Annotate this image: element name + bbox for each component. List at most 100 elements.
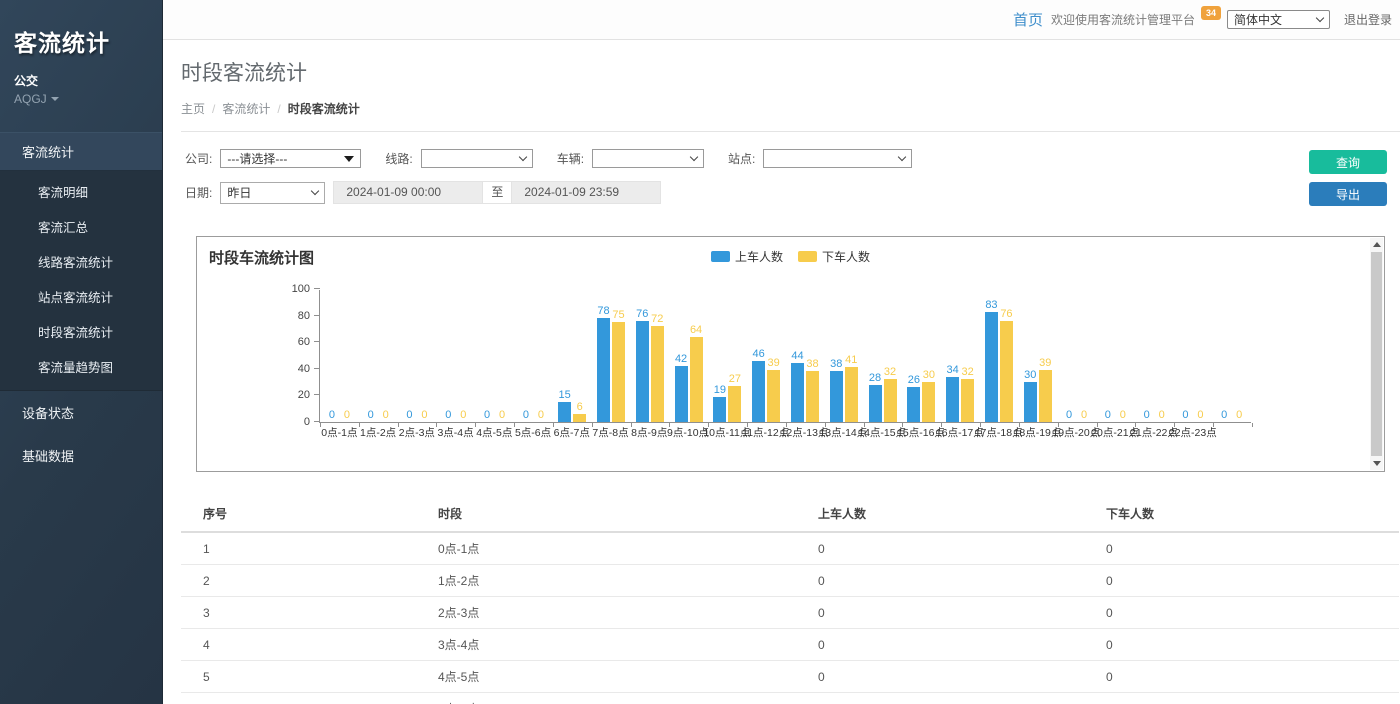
bar-column: 15 [558,389,571,422]
sidebar-item-客流量趋势图[interactable]: 客流量趋势图 [0,349,162,384]
table-row[interactable]: 32点-3点00 [181,597,1399,629]
x-axis-label: 3点-4点 [436,425,475,440]
bar-column: 76 [636,308,649,422]
bar[interactable] [985,312,998,422]
sidebar-section-passenger-stats[interactable]: 客流统计 [0,132,162,171]
breadcrumb-parent[interactable]: 客流统计 [222,100,270,117]
bar[interactable] [830,371,843,422]
export-button[interactable]: 导出 [1309,182,1387,206]
bar-value-label: 0 [1197,409,1203,421]
bar-column: 27 [728,373,741,422]
scrollbar-thumb[interactable] [1371,252,1382,456]
line-label: 线路: [385,150,412,167]
legend-item[interactable]: 上车人数 [711,248,783,265]
chevron-down-icon [311,187,319,195]
table-row[interactable]: 54点-5点00 [181,661,1399,693]
date-to-input[interactable]: 2024-01-09 23:59 [511,181,661,204]
station-select[interactable] [763,149,912,168]
logout-link[interactable]: 退出登录 [1344,11,1392,28]
bar[interactable] [806,371,819,422]
sidebar-item-客流汇总[interactable]: 客流汇总 [0,209,162,244]
bar-column: 32 [961,366,974,422]
language-value: 简体中文 [1234,11,1282,28]
bar[interactable] [1000,321,1013,422]
bar[interactable] [636,321,649,422]
welcome-text: 欢迎使用客流统计管理平台 [1051,11,1195,28]
scroll-down-icon[interactable] [1373,461,1381,466]
bar-column: 83 [985,299,998,422]
legend-item[interactable]: 下车人数 [798,248,870,265]
bar[interactable] [869,385,882,422]
bar-group: 00 [475,290,514,422]
bar[interactable] [713,397,726,422]
bar-value-label: 44 [791,350,803,362]
bar[interactable] [690,337,703,422]
bar-column: 34 [946,364,959,422]
sidebar-item-站点客流统计[interactable]: 站点客流统计 [0,279,162,314]
bar-column: 0 [442,409,455,422]
bar[interactable] [675,366,688,422]
x-axis-label-text: 0点-1点 [321,425,357,440]
scroll-up-icon[interactable] [1373,242,1381,247]
bar[interactable] [961,379,974,422]
bar[interactable] [884,379,897,422]
x-axis-label: 15点-16点 [902,425,941,440]
notification-badge[interactable]: 34 [1201,6,1221,20]
query-button[interactable]: 查询 [1309,150,1387,174]
breadcrumb-home[interactable]: 主页 [181,100,205,117]
chart-scrollbar[interactable] [1370,238,1383,470]
bar[interactable] [558,402,571,422]
y-axis-tick-mark [314,315,320,316]
table-row[interactable]: 21点-2点00 [181,565,1399,597]
date-from-input[interactable]: 2024-01-09 00:00 [333,181,483,204]
bar-column: 0 [1078,409,1091,422]
topbar: 首页 欢迎使用客流统计管理平台 34 简体中文 退出登录 [163,0,1400,40]
vehicle-select[interactable] [592,149,704,168]
bar[interactable] [752,361,765,422]
sidebar-section-base-data[interactable]: 基础数据 [0,434,162,477]
sidebar-item-线路客流统计[interactable]: 线路客流统计 [0,244,162,279]
bar[interactable] [573,414,586,422]
bar-group: 00 [398,290,437,422]
bar[interactable] [791,363,804,422]
x-axis-tick-mark [1019,423,1020,427]
table-row[interactable]: 65点-6点00 [181,693,1399,704]
bar[interactable] [728,386,741,422]
line-select[interactable] [421,149,533,168]
bar-value-label: 0 [344,409,350,421]
sidebar-item-客流明细[interactable]: 客流明细 [0,174,162,209]
sidebar-item-时段客流统计[interactable]: 时段客流统计 [0,314,162,349]
bar-value-label: 27 [729,373,741,385]
home-link[interactable]: 首页 [1013,9,1043,30]
company-select[interactable]: ---请选择--- [220,149,361,168]
bar-group: 156 [553,290,592,422]
account-dropdown[interactable]: AQGJ [14,92,148,106]
table-cell: 0 [796,565,1084,597]
bar-value-label: 39 [1039,357,1051,369]
x-axis-label-text: 7点-8点 [592,425,628,440]
bar[interactable] [907,387,920,422]
table-row[interactable]: 43点-4点00 [181,629,1399,661]
bar[interactable] [651,326,664,422]
bar-value-label: 0 [1066,409,1072,421]
bar-group: 3432 [941,290,980,422]
bar[interactable] [922,382,935,422]
bar[interactable] [1039,370,1052,422]
x-axis-label: 22点-23点 [1173,425,1212,440]
table-row[interactable]: 10点-1点00 [181,532,1399,565]
bar[interactable] [946,377,959,422]
bar[interactable] [1024,382,1037,422]
y-axis-tick-mark [314,288,320,289]
bar-value-label: 75 [612,309,624,321]
bar[interactable] [612,322,625,422]
bar-value-label: 19 [714,384,726,396]
bar[interactable] [845,367,858,422]
bar-group: 4438 [786,290,825,422]
bar[interactable] [597,318,610,422]
language-select[interactable]: 简体中文 [1227,10,1330,29]
bar-column: 32 [884,366,897,422]
date-preset-select[interactable]: 昨日 [220,182,325,204]
bar-value-label: 28 [869,372,881,384]
sidebar-section-device-status[interactable]: 设备状态 [0,391,162,434]
bar[interactable] [767,370,780,422]
